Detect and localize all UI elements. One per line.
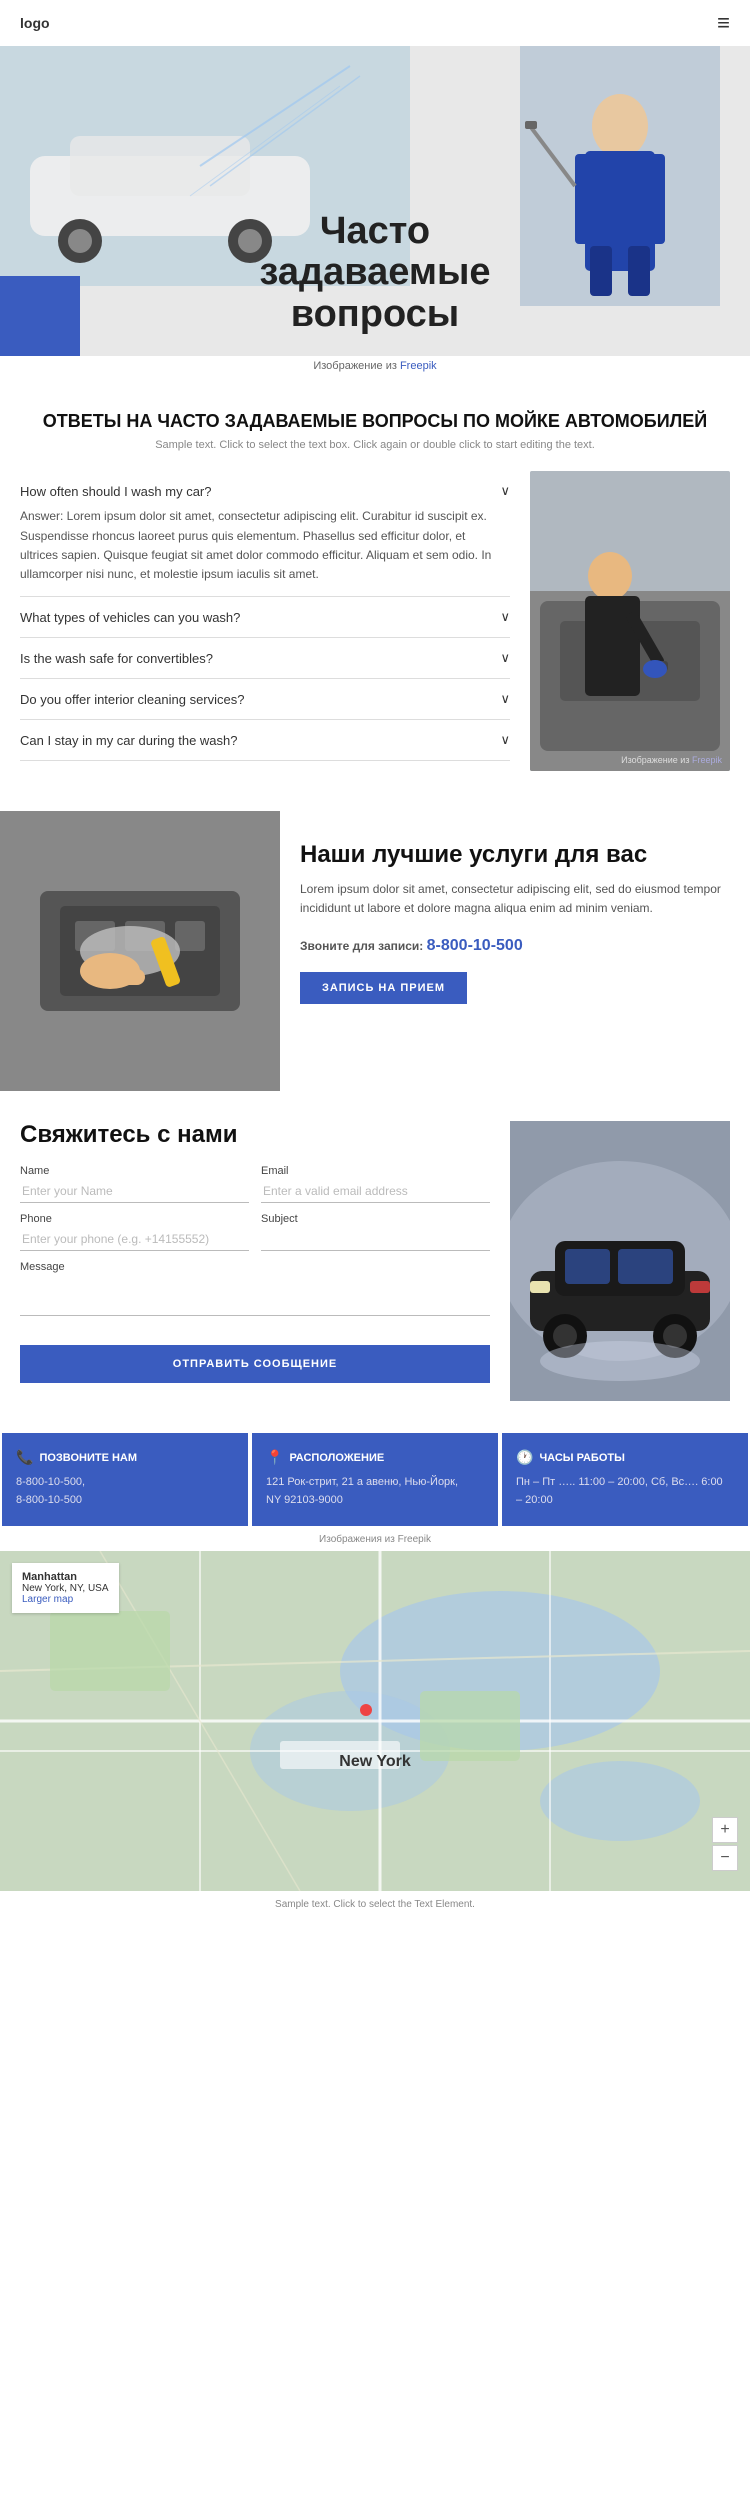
contact-message-textarea[interactable] (20, 1276, 490, 1316)
contact-subject-input[interactable] (261, 1228, 490, 1251)
info-card-hours-text: Пн – Пт ….. 11:00 – 20:00, Сб, Вс…. 6:00… (516, 1474, 734, 1509)
info-card-phone-text: 8-800-10-500, 8-800-10-500 (16, 1474, 234, 1509)
faq-item-1-question: What types of vehicles can you wash? (20, 610, 240, 625)
services-title: Наши лучшие услуги для вас (300, 841, 730, 870)
contact-phone-field: Phone (20, 1213, 249, 1251)
contact-message-label: Message (20, 1261, 490, 1273)
faq-chevron-3: ∨ (500, 691, 510, 707)
faq-right-image: Изображение из Freepik (530, 471, 730, 771)
services-appointment-button[interactable]: ЗАПИСЬ НА ПРИЕМ (300, 972, 467, 1004)
info-card-phone-title: 📞 ПОЗВОНИТЕ НАМ (16, 1449, 234, 1466)
map-address-link[interactable]: Larger map (22, 1594, 109, 1605)
contact-name-field: Name (20, 1165, 249, 1203)
faq-item-3: Do you offer interior cleaning services?… (20, 679, 510, 720)
contact-form: Свяжитесь с нами Name Email Phone Subjec… (20, 1121, 490, 1401)
info-card-location-title: 📍 РАСПОЛОЖЕНИЕ (266, 1449, 484, 1466)
worker-svg (520, 46, 720, 306)
faq-item-1-header[interactable]: What types of vehicles can you wash? ∨ (20, 609, 510, 625)
contact-phone-input[interactable] (20, 1228, 249, 1251)
phone-icon: 📞 (16, 1449, 33, 1466)
faq-item-4-question: Can I stay in my car during the wash? (20, 733, 238, 748)
services-phone: Звоните для записи: 8-800-10-500 (300, 933, 730, 959)
faq-item-2: Is the wash safe for convertibles? ∨ (20, 638, 510, 679)
map-background: New York Manhattan New York, NY, USA Lar… (0, 1551, 750, 1891)
hero-title: Часто задаваемые вопросы (215, 211, 535, 336)
faq-item-4-header[interactable]: Can I stay in my car during the wash? ∨ (20, 732, 510, 748)
faq-item-0-question: How often should I wash my car? (20, 484, 211, 499)
faq-items-list: How often should I wash my car? ∨ Answer… (20, 471, 510, 771)
hero-blue-block-left (0, 276, 80, 356)
faq-item-4: Can I stay in my car during the wash? ∨ (20, 720, 510, 761)
contact-subject-label: Subject (261, 1213, 490, 1225)
contact-car-svg (510, 1121, 730, 1401)
map-zoom-out-button[interactable]: − (712, 1845, 738, 1871)
faq-item-0-answer: Answer: Lorem ipsum dolor sit amet, cons… (20, 507, 510, 584)
contact-submit-button[interactable]: ОТПРАВИТЬ СООБЩЕНИЕ (20, 1345, 490, 1383)
hero-section: Часто задаваемые вопросы (0, 46, 750, 356)
info-card-hours-title: 🕐 ЧАСЫ РАБОТЫ (516, 1449, 734, 1466)
services-text: Наши лучшие услуги для вас Lorem ipsum d… (280, 811, 750, 1091)
contact-title: Свяжитесь с нами (20, 1121, 490, 1149)
map-address-box: Manhattan New York, NY, USA Larger map (12, 1563, 119, 1613)
map-pin (360, 1704, 372, 1716)
menu-icon[interactable]: ≡ (717, 10, 730, 36)
services-image (0, 811, 280, 1091)
contact-phone-label: Phone (20, 1213, 249, 1225)
faq-chevron-4: ∨ (500, 732, 510, 748)
map-zoom-in-button[interactable]: + (712, 1817, 738, 1843)
info-card-location-text: 121 Рок-стрит, 21 а авеню, Нью-Йорк, NY … (266, 1474, 484, 1509)
faq-chevron-0: ∨ (500, 483, 510, 499)
hero-credit: Изображение из Freepik (0, 356, 750, 380)
map-bottom-text: Sample text. Click to select the Text El… (0, 1891, 750, 1918)
services-description: Lorem ipsum dolor sit amet, consectetur … (300, 880, 730, 918)
map-city-label: New York (339, 1753, 410, 1771)
contact-name-input[interactable] (20, 1180, 249, 1203)
contact-section: Свяжитесь с нами Name Email Phone Subjec… (0, 1091, 750, 1431)
contact-email-label: Email (261, 1165, 490, 1177)
map-section: New York Manhattan New York, NY, USA Lar… (0, 1551, 750, 1891)
faq-chevron-2: ∨ (500, 650, 510, 666)
map-address-city: Manhattan (22, 1571, 109, 1583)
faq-item-1: What types of vehicles can you wash? ∨ (20, 597, 510, 638)
contact-email-field: Email (261, 1165, 490, 1203)
faq-item-2-question: Is the wash safe for convertibles? (20, 651, 213, 666)
info-cards-credit: Изображения из Freepik (0, 1528, 750, 1551)
services-phone-link[interactable]: 8-800-10-500 (427, 937, 523, 954)
map-address-line: New York, NY, USA (22, 1583, 109, 1594)
logo: logo (20, 15, 50, 31)
hero-title-container: Часто задаваемые вопросы (215, 211, 535, 336)
faq-subtitle: Sample text. Click to select the text bo… (20, 439, 730, 451)
info-card-phone: 📞 ПОЗВОНИТЕ НАМ 8-800-10-500, 8-800-10-5… (2, 1433, 248, 1525)
hero-credit-link[interactable]: Freepik (400, 360, 437, 372)
faq-chevron-1: ∨ (500, 609, 510, 625)
faq-right-credit: Изображение из Freepik (621, 755, 722, 765)
location-icon: 📍 (266, 1449, 283, 1466)
faq-item-3-header[interactable]: Do you offer interior cleaning services?… (20, 691, 510, 707)
faq-item-0-header[interactable]: How often should I wash my car? ∨ (20, 483, 510, 499)
faq-section: ОТВЕТЫ НА ЧАСТО ЗАДАВАЕМЫЕ ВОПРОСЫ ПО МО… (0, 380, 750, 791)
services-section: Наши лучшие услуги для вас Lorem ipsum d… (0, 811, 750, 1091)
map-controls: + − (712, 1817, 738, 1871)
contact-subject-field: Subject (261, 1213, 490, 1251)
info-cards-container: 📞 ПОЗВОНИТЕ НАМ 8-800-10-500, 8-800-10-5… (0, 1431, 750, 1527)
faq-content: How often should I wash my car? ∨ Answer… (20, 471, 730, 771)
header: logo ≡ (0, 0, 750, 46)
services-svg (0, 811, 280, 1091)
info-card-hours: 🕐 ЧАСЫ РАБОТЫ Пн – Пт ….. 11:00 – 20:00,… (502, 1433, 748, 1525)
contact-car-image (510, 1121, 730, 1401)
contact-name-label: Name (20, 1165, 249, 1177)
contact-email-input[interactable] (261, 1180, 490, 1203)
faq-item-3-question: Do you offer interior cleaning services? (20, 692, 245, 707)
contact-phone-subject-row: Phone Subject (20, 1213, 490, 1251)
faq-item-2-header[interactable]: Is the wash safe for convertibles? ∨ (20, 650, 510, 666)
contact-message-field: Message (20, 1261, 490, 1321)
faq-title: ОТВЕТЫ НА ЧАСТО ЗАДАВАЕМЫЕ ВОПРОСЫ ПО МО… (20, 410, 730, 433)
clock-icon: 🕐 (516, 1449, 533, 1466)
info-card-location: 📍 РАСПОЛОЖЕНИЕ 121 Рок-стрит, 21 а авеню… (252, 1433, 498, 1525)
faq-worker-svg (530, 471, 730, 771)
hero-worker-image (520, 46, 720, 306)
contact-name-email-row: Name Email (20, 1165, 490, 1203)
faq-item-0: How often should I wash my car? ∨ Answer… (20, 471, 510, 597)
